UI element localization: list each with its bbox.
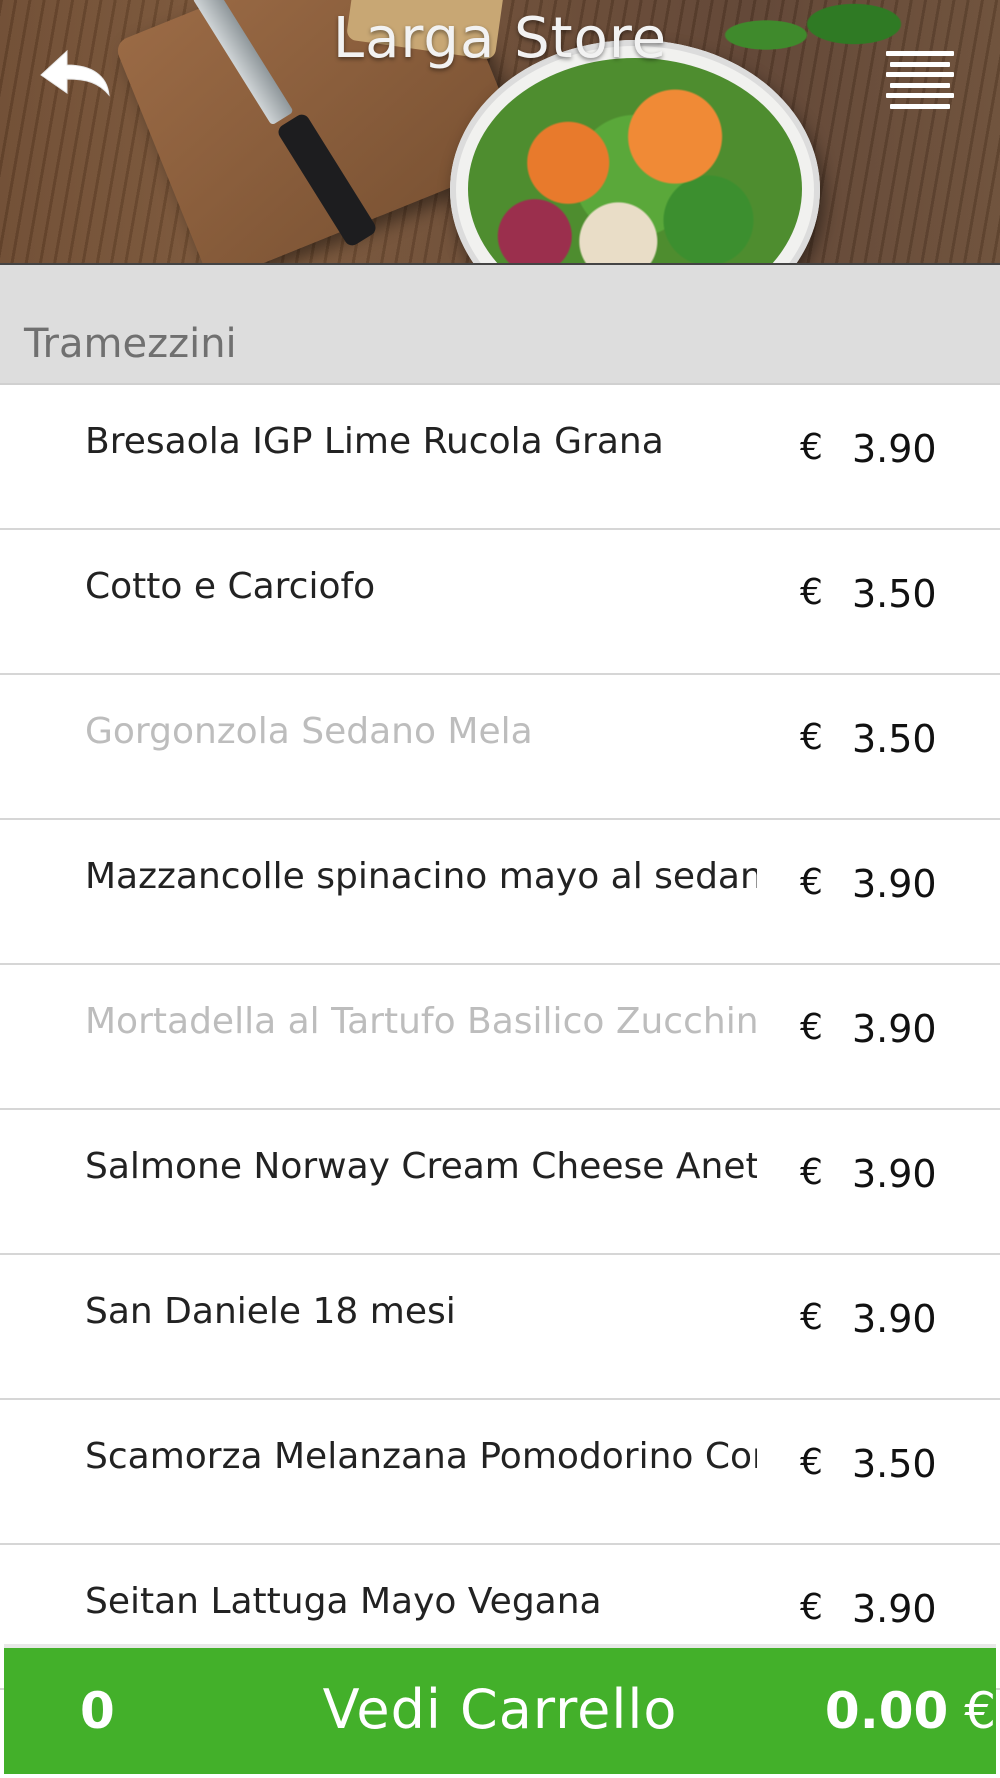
menu-line: [886, 93, 954, 99]
cart-total: 0.00 €: [825, 1682, 996, 1740]
product-price: 3.90: [852, 1587, 937, 1631]
product-price: 3.90: [852, 862, 937, 906]
product-row[interactable]: Salmone Norway Cream Cheese Aneto €3.90: [0, 1110, 1000, 1255]
product-price: 3.90: [852, 1007, 937, 1051]
menu-line: [886, 72, 954, 78]
menu-button[interactable]: [880, 45, 960, 115]
product-row[interactable]: Gorgonzola Sedano Mela €3.50: [0, 675, 1000, 820]
product-row[interactable]: Cotto e Carciofo €3.50: [0, 530, 1000, 675]
product-currency: €: [800, 427, 823, 468]
product-price: 3.90: [852, 427, 937, 471]
product-row[interactable]: Bresaola IGP Lime Rucola Grana €3.90: [0, 385, 1000, 530]
category-header: Tramezzini: [0, 265, 1000, 385]
page-title: Larga Store: [332, 6, 668, 71]
product-name: Mortadella al Tartufo Basilico Zucchine: [85, 1001, 757, 1042]
back-arrow-icon: [40, 49, 110, 97]
cart-total-amount: 0.00: [824, 1682, 949, 1740]
product-name: San Daniele 18 mesi: [85, 1291, 456, 1332]
product-row[interactable]: San Daniele 18 mesi €3.90: [0, 1255, 1000, 1400]
product-currency: €: [800, 1297, 823, 1338]
category-title: Tramezzini: [24, 321, 237, 367]
menu-line: [890, 82, 950, 88]
menu-line: [890, 61, 950, 67]
header-banner: Larga Store: [0, 0, 1000, 265]
product-name: Seitan Lattuga Mayo Vegana: [85, 1581, 602, 1622]
product-currency: €: [800, 1587, 823, 1628]
product-name: Bresaola IGP Lime Rucola Grana: [85, 421, 664, 462]
product-name: Salmone Norway Cream Cheese Aneto: [85, 1146, 757, 1187]
product-row[interactable]: Mazzancolle spinacino mayo al sedano €3.9…: [0, 820, 1000, 965]
product-price: 3.50: [852, 1442, 937, 1486]
product-currency: €: [800, 717, 823, 758]
product-price: 3.50: [852, 572, 937, 616]
product-currency: €: [800, 1007, 823, 1048]
product-row[interactable]: Scamorza Melanzana Pomodorino Confit €3.5…: [0, 1400, 1000, 1545]
menu-line: [890, 103, 950, 109]
product-currency: €: [800, 1442, 823, 1483]
product-name: Cotto e Carciofo: [85, 566, 376, 607]
menu-line: [886, 51, 954, 56]
product-row[interactable]: Mortadella al Tartufo Basilico Zucchine €…: [0, 965, 1000, 1110]
product-list: Bresaola IGP Lime Rucola Grana €3.90 Cotto…: [0, 385, 1000, 1690]
product-price: 3.90: [852, 1152, 937, 1196]
product-currency: €: [800, 572, 823, 613]
cart-currency: €: [964, 1682, 996, 1740]
back-button[interactable]: [30, 40, 120, 110]
product-name: Mazzancolle spinacino mayo al sedano: [85, 856, 757, 897]
product-price: 3.90: [852, 1297, 937, 1341]
product-name: Scamorza Melanzana Pomodorino Confit: [85, 1436, 757, 1477]
product-name: Gorgonzola Sedano Mela: [85, 711, 533, 752]
product-currency: €: [800, 862, 823, 903]
product-currency: €: [800, 1152, 823, 1193]
product-price: 3.50: [852, 717, 937, 761]
view-cart-button[interactable]: 0 Vedi Carrello 0.00 €: [4, 1648, 996, 1774]
